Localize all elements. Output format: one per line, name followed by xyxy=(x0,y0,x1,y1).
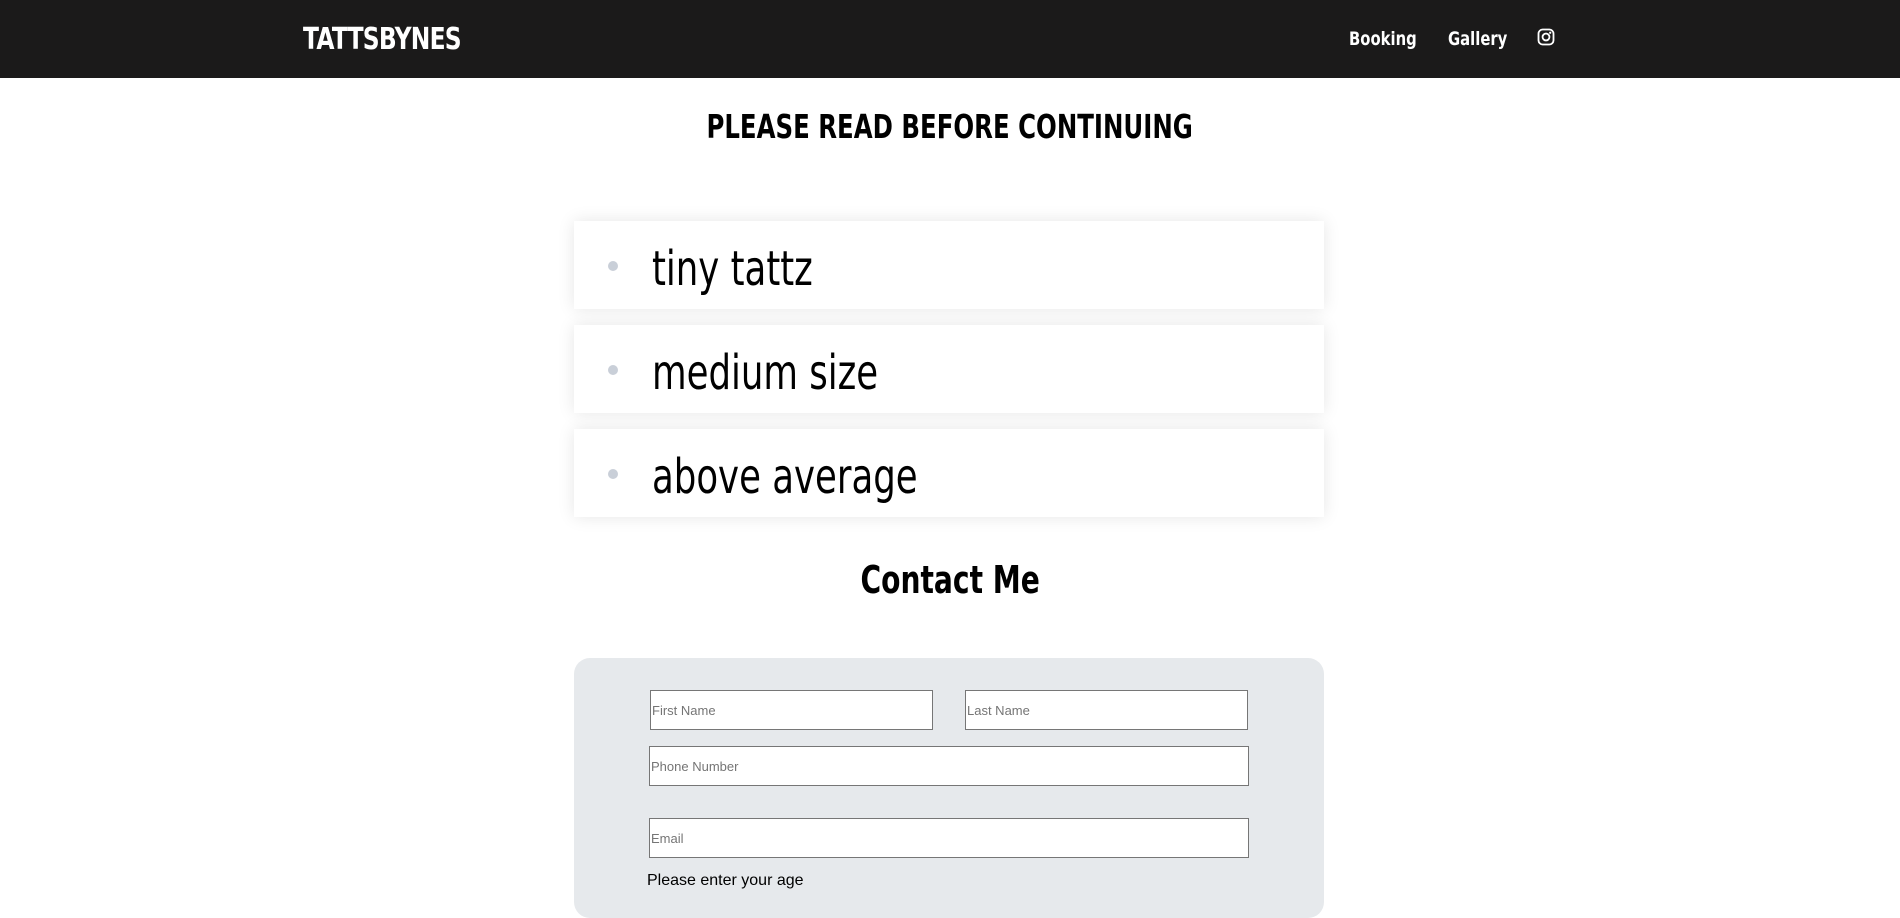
brand-logo[interactable]: TATTSBYNES xyxy=(303,20,462,60)
page-heading-text: PLEASE READ BEFORE CONTINUING xyxy=(706,107,1194,146)
contact-form: Please enter your age xyxy=(574,658,1324,918)
first-name-input[interactable] xyxy=(650,690,933,730)
size-option-tiny[interactable]: tiny tattz xyxy=(574,221,1324,309)
age-label: Please enter your age xyxy=(647,872,804,889)
top-navbar: TATTSBYNES Booking Gallery xyxy=(0,0,1900,78)
email-input[interactable] xyxy=(649,818,1249,858)
instagram-icon[interactable] xyxy=(1537,28,1555,46)
contact-heading-text: Contact Me xyxy=(860,558,1040,602)
page-heading: PLEASE READ BEFORE CONTINUING xyxy=(0,106,1900,148)
size-option-above-average[interactable]: above average xyxy=(574,429,1324,517)
nav-link-gallery[interactable]: Gallery xyxy=(1448,26,1507,52)
bullet-dot-icon xyxy=(608,261,618,271)
phone-number-input[interactable] xyxy=(649,746,1249,786)
size-option-label: above average xyxy=(652,449,918,505)
size-option-label: medium size xyxy=(652,345,879,401)
nav-link-booking[interactable]: Booking xyxy=(1349,26,1417,52)
bullet-dot-icon xyxy=(608,365,618,375)
contact-heading: Contact Me xyxy=(0,557,1900,603)
size-option-medium[interactable]: medium size xyxy=(574,325,1324,413)
bullet-dot-icon xyxy=(608,469,618,479)
size-option-label: tiny tattz xyxy=(652,241,813,297)
last-name-input[interactable] xyxy=(965,690,1248,730)
